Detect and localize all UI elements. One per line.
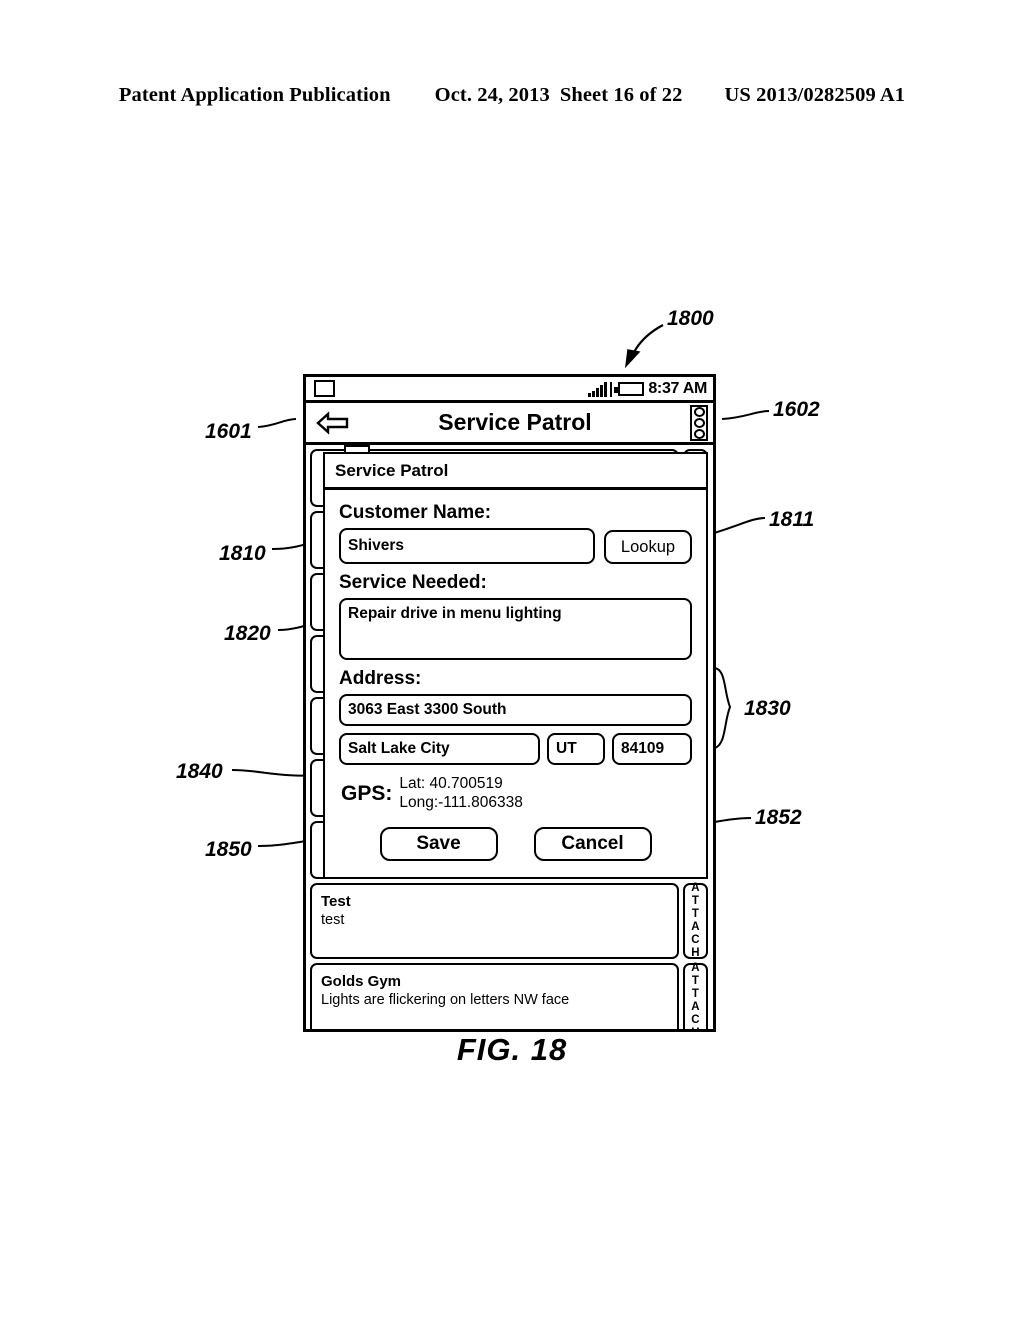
ref-label-1601: 1601 xyxy=(205,420,252,443)
service-needed-input[interactable]: Repair drive in menu lighting xyxy=(339,598,692,660)
ref-label-1811: 1811 xyxy=(769,508,815,531)
gps-row: GPS: Lat: 40.700519 Long:-111.806338 xyxy=(339,775,692,813)
publication-date: Oct. 24, 2013 xyxy=(434,84,550,106)
screen-body: A T T A C xyxy=(306,445,713,1029)
list-item-card[interactable]: Test test xyxy=(310,883,679,959)
dialog-content: Customer Name: Shivers Lookup Service Ne… xyxy=(325,490,706,877)
list-item[interactable]: Golds Gym Lights are flickering on lette… xyxy=(310,962,708,1029)
attach-letter: A xyxy=(691,882,700,895)
attach-button[interactable]: A T T A C H xyxy=(683,962,708,1029)
publication-number: US 2013/0282509 A1 xyxy=(724,84,906,106)
address-label: Address: xyxy=(339,668,422,689)
attach-letter: A xyxy=(691,1001,700,1013)
cancel-button[interactable]: Cancel xyxy=(533,826,652,861)
mobile-device-mockup: 8:37 AM Service Patrol A xyxy=(303,374,716,1032)
attach-letter: A xyxy=(691,962,700,975)
signal-bars-icon xyxy=(588,381,613,397)
customer-name-label: Customer Name: xyxy=(339,502,492,523)
gps-label: GPS: xyxy=(341,781,393,805)
list-item-title: Test xyxy=(321,893,351,910)
list-item-card[interactable]: Golds Gym Lights are flickering on lette… xyxy=(310,963,679,1029)
customer-name-input[interactable]: Shivers xyxy=(339,528,595,564)
publication-header: Patent Application Publication Oct. 24, … xyxy=(0,84,1024,107)
publication-sheet: Sheet 16 of 22 xyxy=(559,84,683,106)
ref-label-1840: 1840 xyxy=(176,760,223,783)
list-item[interactable]: Test test A T T A C H xyxy=(310,882,708,959)
attach-letter: T xyxy=(691,908,700,921)
overflow-menu-icon[interactable] xyxy=(690,404,708,441)
attach-letter: C xyxy=(691,933,700,946)
address-zip-input[interactable]: 84109 xyxy=(612,733,692,765)
attach-button[interactable]: A T T A C H xyxy=(683,882,708,959)
attach-letter: T xyxy=(691,975,700,988)
gps-lat: Lat: 40.700519 xyxy=(399,775,503,792)
ref-label-1830: 1830 xyxy=(744,697,791,720)
address-street-input[interactable]: 3063 East 3300 South xyxy=(339,694,692,726)
figure-caption: FIG. 18 xyxy=(456,1032,568,1067)
attach-letter: T xyxy=(691,988,700,1001)
battery-icon xyxy=(614,381,645,396)
address-city-input[interactable]: Salt Lake City xyxy=(339,733,540,765)
attach-letter: H xyxy=(691,1027,700,1029)
page-title: Service Patrol xyxy=(438,409,592,435)
list-item-subtitle: Lights are flickering on letters NW face xyxy=(321,992,570,1008)
attach-letter: H xyxy=(691,946,700,959)
publication-title: Patent Application Publication xyxy=(118,84,391,106)
customer-name-row: Shivers Lookup xyxy=(339,528,692,564)
status-bar-right: 8:37 AM xyxy=(588,380,707,398)
gps-long: Long:-111.806338 xyxy=(399,793,523,811)
ref-label-1810: 1810 xyxy=(219,542,266,565)
attach-letter: C xyxy=(691,1013,700,1026)
ref-label-1850: 1850 xyxy=(205,838,252,861)
ref-label-1800: 1800 xyxy=(667,307,714,330)
service-patrol-dialog: Service Patrol Customer Name: Shivers Lo… xyxy=(323,452,708,879)
attach-letter: T xyxy=(691,895,700,908)
square-notification-icon xyxy=(314,380,335,397)
gps-values: Lat: 40.700519 Long:-111.806338 xyxy=(399,775,523,813)
address-state-input[interactable]: UT xyxy=(547,733,605,765)
service-needed-label: Service Needed: xyxy=(339,572,487,593)
status-time: 8:37 AM xyxy=(648,379,707,397)
save-button[interactable]: Save xyxy=(379,826,498,861)
lookup-button[interactable]: Lookup xyxy=(604,530,692,564)
dialog-title: Service Patrol xyxy=(325,454,706,490)
list-item-title: Golds Gym xyxy=(321,973,402,990)
action-bar: Service Patrol xyxy=(306,403,713,445)
patent-figure-page: Patent Application Publication Oct. 24, … xyxy=(0,0,1024,1320)
list-item-subtitle: test xyxy=(321,912,345,928)
ref-label-1820: 1820 xyxy=(224,622,271,645)
status-bar: 8:37 AM xyxy=(306,377,713,403)
attach-letter: A xyxy=(691,921,700,933)
ref-label-1602: 1602 xyxy=(773,398,820,421)
address-city-state-zip-row: Salt Lake City UT 84109 xyxy=(339,733,692,765)
dialog-button-row: Save Cancel xyxy=(339,826,692,863)
ref-label-1852: 1852 xyxy=(755,806,802,829)
